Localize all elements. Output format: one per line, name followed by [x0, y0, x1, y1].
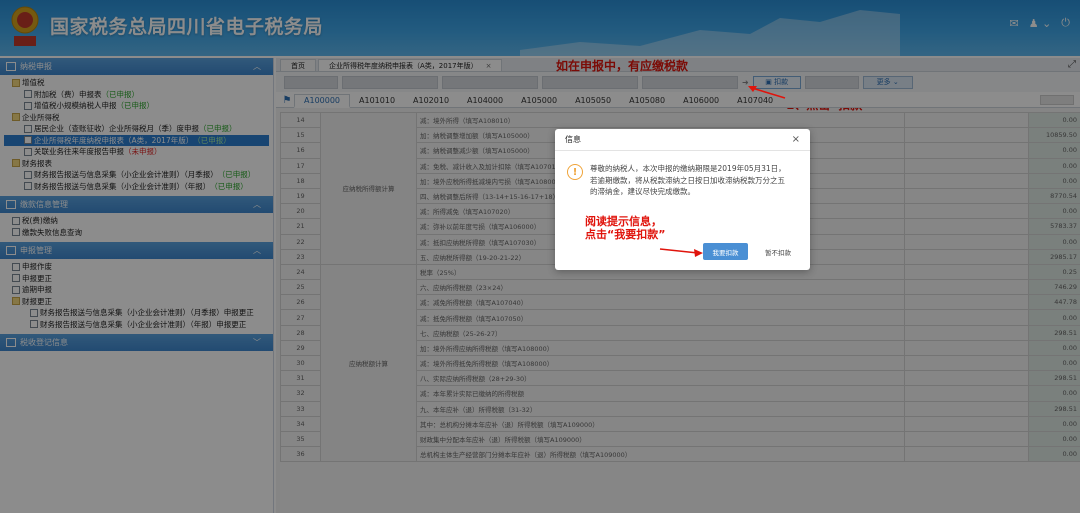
- annotation-read: 阅读提示信息， 点击“我要扣款”: [585, 215, 666, 241]
- close-icon[interactable]: ×: [792, 134, 800, 145]
- modal-overlay: [0, 0, 1080, 513]
- dialog-message: 尊敬的纳税人，本次申报的缴纳期限是2019年05月31日，若逾期缴款，将从税款滞…: [590, 164, 786, 196]
- dialog-title: 信息: [565, 135, 581, 144]
- pay-now-button[interactable]: 我要扣款: [703, 243, 748, 260]
- info-dialog: 信息 × ! 尊敬的纳税人，本次申报的缴纳期限是2019年05月31日，若逾期缴…: [555, 129, 810, 270]
- warning-icon: !: [567, 164, 583, 180]
- dialog-body: ! 尊敬的纳税人，本次申报的缴纳期限是2019年05月31日，若逾期缴款，将从税…: [567, 163, 797, 198]
- pay-later-button[interactable]: 暂不扣款: [758, 243, 798, 260]
- dialog-header: 信息 ×: [555, 129, 810, 151]
